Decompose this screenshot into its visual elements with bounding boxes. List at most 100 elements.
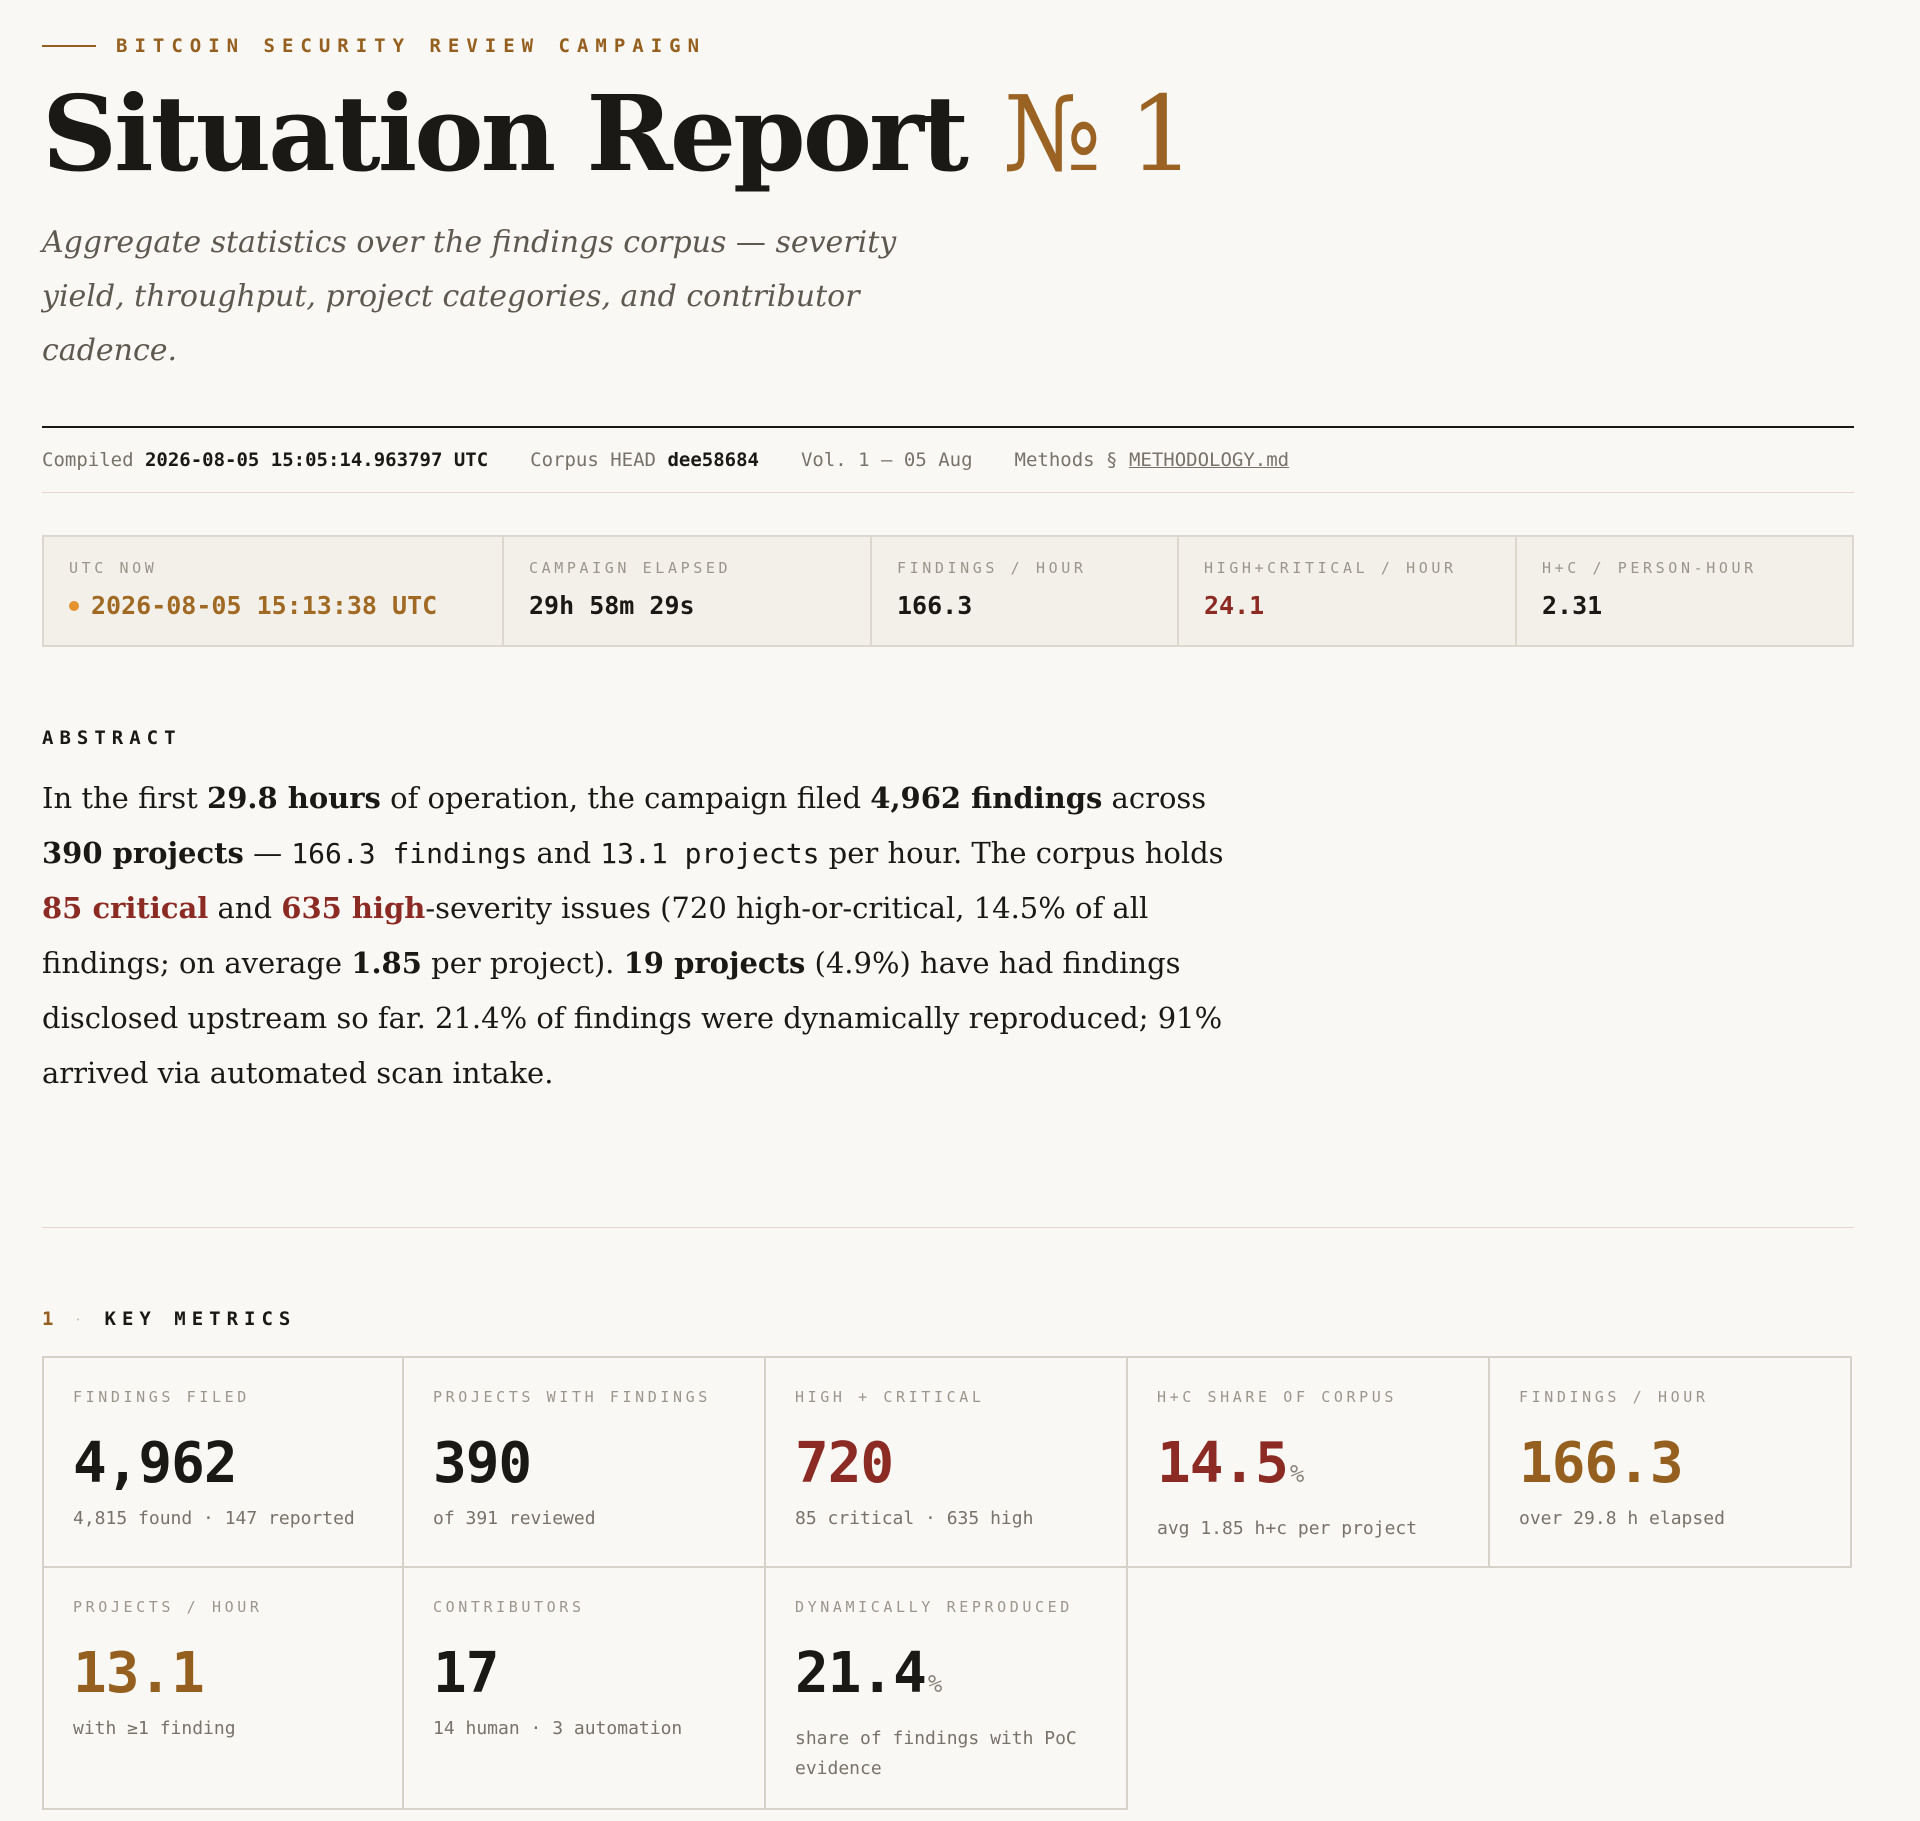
status-label: UTC NOW xyxy=(69,559,158,577)
status-value: 166.3 xyxy=(897,591,973,620)
abstract-projects: 390 projects xyxy=(42,836,244,870)
section-title: KEY METRICS xyxy=(104,1308,297,1330)
status-value: 2.31 xyxy=(1542,591,1603,620)
metric-number: 17 xyxy=(433,1641,499,1706)
metric-card-findings-filed: FINDINGS FILED 4,962 4,815 found · 147 r… xyxy=(42,1356,404,1568)
metric-number: 166.3 xyxy=(1519,1431,1684,1496)
section-separator: · xyxy=(75,1309,81,1329)
abstract-findings: 4,962 findings xyxy=(870,781,1103,815)
abstract-high: 635 high xyxy=(281,891,426,925)
meta-methods-label: Methods § xyxy=(1014,449,1118,471)
metric-value: 17 xyxy=(433,1642,764,1706)
title-text: Situation Report xyxy=(42,72,969,195)
page-subtitle: Aggregate statistics over the findings c… xyxy=(42,225,897,368)
metric-number: 390 xyxy=(433,1431,532,1496)
metric-card-hc-share: H+C SHARE OF CORPUS 14.5% avg 1.85 h+c p… xyxy=(1128,1356,1490,1568)
status-label: FINDINGS / HOUR xyxy=(897,559,1087,577)
report-page: BITCOIN SECURITY REVIEW CAMPAIGN Situati… xyxy=(42,0,1854,1810)
status-label: H+C / PERSON-HOUR xyxy=(1542,559,1757,577)
metric-label: FINDINGS FILED xyxy=(73,1388,250,1406)
key-metrics-heading: 1 · KEY METRICS xyxy=(42,1308,1854,1330)
metric-value: 14.5% xyxy=(1157,1432,1488,1506)
metric-label: FINDINGS / HOUR xyxy=(1519,1388,1709,1406)
section-divider xyxy=(42,1227,1854,1228)
status-hc-per-person-hour: H+C / PERSON-HOUR 2.31 xyxy=(1517,537,1852,645)
metric-number: 4,962 xyxy=(73,1431,238,1496)
abstract-fragment: In the first xyxy=(42,781,208,815)
metric-unit: % xyxy=(927,1670,943,1698)
status-hc-per-hour: HIGH+CRITICAL / HOUR 24.1 xyxy=(1179,537,1517,645)
live-dot-icon xyxy=(69,601,79,611)
metric-value: 390 xyxy=(433,1432,764,1496)
key-metrics-grid: FINDINGS FILED 4,962 4,815 found · 147 r… xyxy=(42,1356,1854,1810)
metric-sub: share of findings with PoC evidence xyxy=(795,1728,1077,1779)
abstract-hours: 29.8 hours xyxy=(207,781,381,815)
status-strip: UTC NOW 2026-08-05 15:13:38 UTC CAMPAIGN… xyxy=(42,535,1854,647)
abstract-fragment: per hour. The corpus holds xyxy=(819,836,1224,870)
metric-label: DYNAMICALLY REPRODUCED xyxy=(795,1598,1073,1616)
abstract-disclosed: 19 projects xyxy=(623,946,806,980)
kicker: BITCOIN SECURITY REVIEW CAMPAIGN xyxy=(42,32,1854,60)
kicker-text: BITCOIN SECURITY REVIEW CAMPAIGN xyxy=(116,35,707,57)
abstract-fragment: per project). xyxy=(421,946,624,980)
metric-label: HIGH + CRITICAL xyxy=(795,1388,985,1406)
metric-number: 13.1 xyxy=(73,1641,205,1706)
metric-card-high-critical: HIGH + CRITICAL 720 85 critical · 635 hi… xyxy=(766,1356,1128,1568)
section-number: 1 xyxy=(42,1308,54,1330)
metric-sub: 85 critical · 635 high xyxy=(795,1508,1034,1529)
metric-card-dynamically-reproduced: DYNAMICALLY REPRODUCED 21.4% share of fi… xyxy=(766,1568,1128,1810)
metric-card-findings-per-hour: FINDINGS / HOUR 166.3 over 29.8 h elapse… xyxy=(1490,1356,1852,1568)
metric-label: PROJECTS / HOUR xyxy=(73,1598,263,1616)
metric-value: 4,962 xyxy=(73,1432,402,1496)
abstract-fragment: across xyxy=(1102,781,1207,815)
metric-value: 21.4% xyxy=(795,1642,1126,1716)
status-utc-now: UTC NOW 2026-08-05 15:13:38 UTC xyxy=(44,537,504,645)
title-number: № 1 xyxy=(1003,73,1195,195)
metric-value: 166.3 xyxy=(1519,1432,1850,1496)
metric-value: 13.1 xyxy=(73,1642,402,1706)
metric-value: 720 xyxy=(795,1432,1126,1496)
metric-label: PROJECTS WITH FINDINGS xyxy=(433,1388,711,1406)
page-title: Situation Report № 1 xyxy=(42,72,1854,195)
metric-sub: 14 human · 3 automation xyxy=(433,1718,683,1739)
abstract-critical: 85 critical xyxy=(42,891,209,925)
meta-corpus-value: dee58684 xyxy=(667,449,759,471)
metric-sub: 4,815 found · 147 reported xyxy=(73,1508,355,1529)
status-value-text: 2026-08-05 15:13:38 UTC xyxy=(91,591,438,620)
meta-compiled-value: 2026-08-05 15:05:14.963797 UTC xyxy=(144,449,489,471)
status-findings-per-hour: FINDINGS / HOUR 166.3 xyxy=(872,537,1179,645)
metric-card-projects-with-findings: PROJECTS WITH FINDINGS 390 of 391 review… xyxy=(404,1356,766,1568)
meta-compiled-label: Compiled xyxy=(42,449,134,471)
metric-sub: avg 1.85 h+c per project xyxy=(1157,1518,1418,1539)
status-label: CAMPAIGN ELAPSED xyxy=(529,559,732,577)
kicker-rule xyxy=(42,45,96,47)
status-value: 2026-08-05 15:13:38 UTC xyxy=(69,591,502,620)
abstract-text: In the first 29.8 hours of operation, th… xyxy=(42,771,1262,1101)
metric-sub: of 391 reviewed xyxy=(433,1508,596,1529)
metric-sub: over 29.8 h elapsed xyxy=(1519,1508,1725,1529)
meta-methods: Methods § METHODOLOGY.md xyxy=(1015,449,1290,471)
metric-card-contributors: CONTRIBUTORS 17 14 human · 3 automation xyxy=(404,1568,766,1810)
status-value: 24.1 xyxy=(1204,591,1265,620)
meta-compiled: Compiled 2026-08-05 15:05:14.963797 UTC xyxy=(42,449,488,471)
abstract-projects-rate: 13.1 projects xyxy=(600,837,820,870)
meta-bar: Compiled 2026-08-05 15:05:14.963797 UTC … xyxy=(42,428,1854,493)
metric-number: 720 xyxy=(795,1431,894,1496)
abstract-fragment: of operation, the campaign filed xyxy=(380,781,871,815)
methodology-link[interactable]: METHODOLOGY.md xyxy=(1129,449,1289,471)
metric-label: CONTRIBUTORS xyxy=(433,1598,585,1616)
metric-number: 21.4 xyxy=(795,1641,927,1706)
metric-label: H+C SHARE OF CORPUS xyxy=(1157,1388,1397,1406)
abstract-heading: ABSTRACT xyxy=(42,727,182,749)
status-elapsed: CAMPAIGN ELAPSED 29h 58m 29s xyxy=(504,537,872,645)
abstract-fragment: and xyxy=(208,891,282,925)
abstract-findings-rate: 166.3 findings xyxy=(291,837,528,870)
abstract-fragment: and xyxy=(527,836,601,870)
meta-corpus-label: Corpus HEAD xyxy=(530,449,656,471)
metric-unit: % xyxy=(1289,1460,1305,1488)
abstract-average: 1.85 xyxy=(351,946,422,980)
metric-sub: with ≥1 finding xyxy=(73,1718,236,1739)
status-label: HIGH+CRITICAL / HOUR xyxy=(1204,559,1457,577)
metric-card-projects-per-hour: PROJECTS / HOUR 13.1 with ≥1 finding xyxy=(42,1568,404,1810)
abstract-fragment: — xyxy=(243,836,292,870)
